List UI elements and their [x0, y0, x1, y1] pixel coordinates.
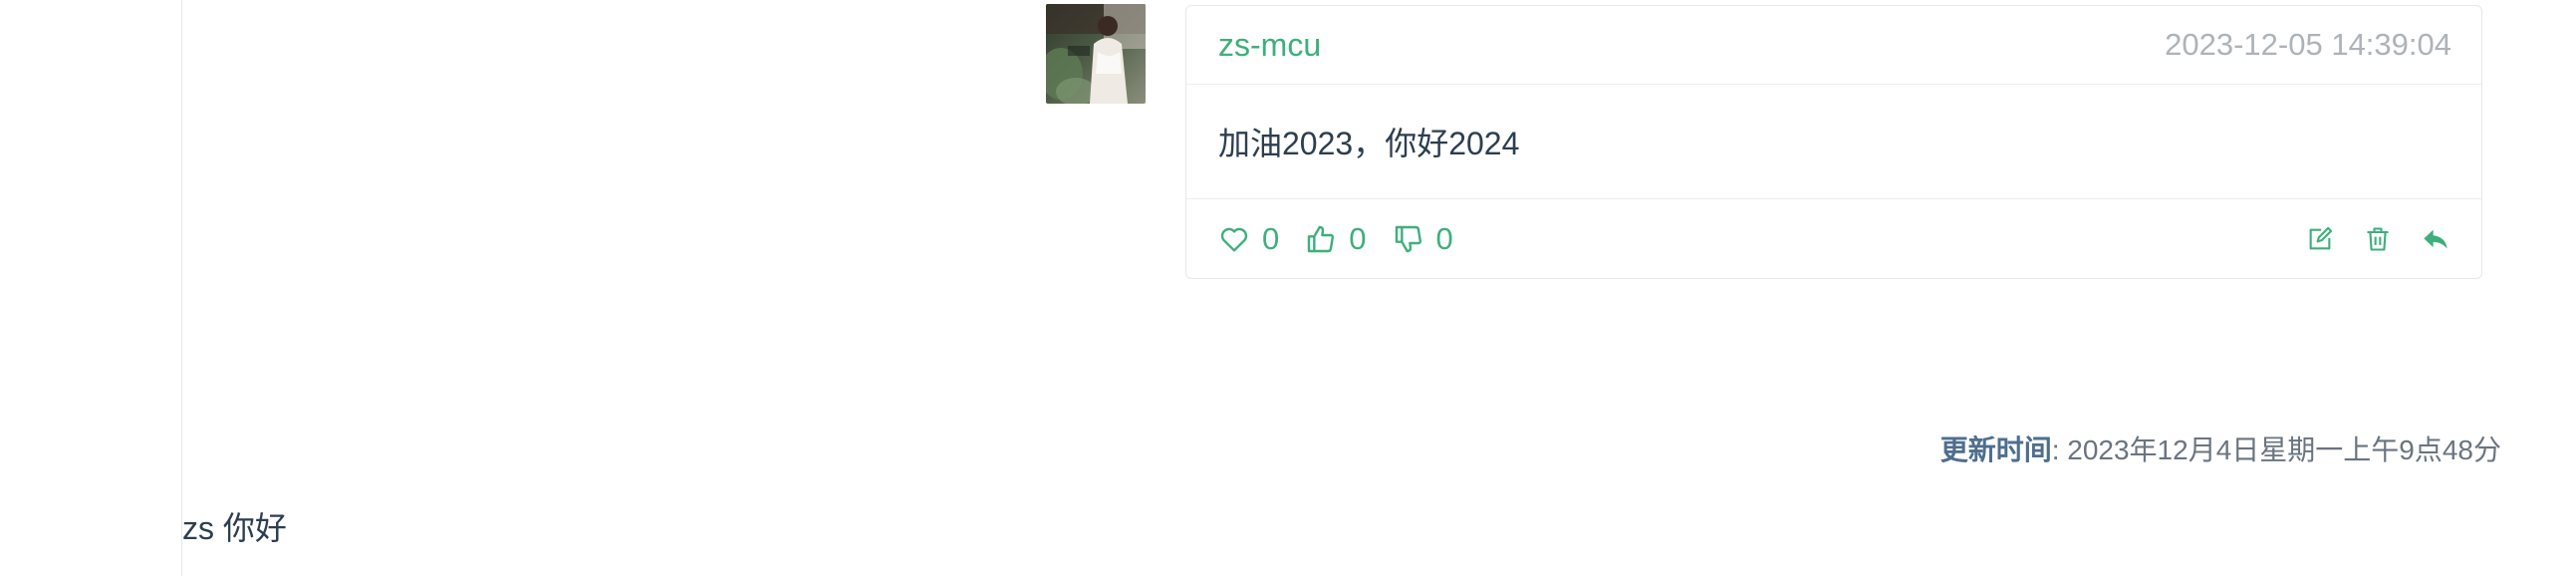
upvote-count: 0 — [1349, 220, 1367, 256]
comment-actions — [2278, 223, 2451, 255]
last-updated-separator: : — [2051, 434, 2068, 465]
comment-text: 加油2023，你好2024 — [1218, 126, 1520, 161]
avatar-image — [1046, 4, 1146, 104]
thumbs-up-icon — [1308, 225, 1335, 252]
comment-footer: 0 0 0 — [1186, 199, 2481, 278]
comment-header: zs-mcu 2023-12-05 14:39:04 — [1186, 6, 2481, 85]
edit-icon — [2309, 226, 2333, 249]
edit-button[interactable] — [2304, 223, 2336, 255]
page-content-text: zs 你好 — [182, 510, 287, 546]
reply-button[interactable] — [2420, 223, 2451, 255]
comment-card: zs-mcu 2023-12-05 14:39:04 加油2023，你好2024… — [1185, 5, 2482, 279]
downvote-button[interactable]: 0 — [1393, 221, 1453, 257]
downvote-count: 0 — [1435, 220, 1453, 256]
like-button[interactable]: 0 — [1218, 221, 1279, 257]
delete-icon — [2367, 226, 2389, 251]
last-updated-label: 更新时间 — [1939, 434, 2052, 465]
content-left-border — [181, 0, 182, 576]
comment-body: 加油2023，你好2024 — [1186, 85, 2481, 199]
avatar[interactable] — [1046, 4, 1146, 104]
last-updated: 更新时间: 2023年12月4日星期一上午9点48分 — [1940, 429, 2501, 468]
heart-icon — [1220, 227, 1248, 252]
like-count: 0 — [1262, 220, 1280, 256]
delete-button[interactable] — [2362, 223, 2394, 255]
last-updated-value: 2023年12月4日星期一上午9点48分 — [2067, 434, 2501, 465]
upvote-button[interactable]: 0 — [1305, 220, 1367, 257]
thumbs-down-icon — [1395, 225, 1421, 252]
comment-timestamp: 2023-12-05 14:39:04 — [2165, 27, 2451, 62]
page: zs-mcu 2023-12-05 14:39:04 加油2023，你好2024… — [0, 0, 2576, 576]
reaction-bar: 0 0 0 — [1218, 221, 1479, 257]
comment-username[interactable]: zs-mcu — [1218, 27, 1321, 64]
reply-icon — [2424, 229, 2447, 248]
